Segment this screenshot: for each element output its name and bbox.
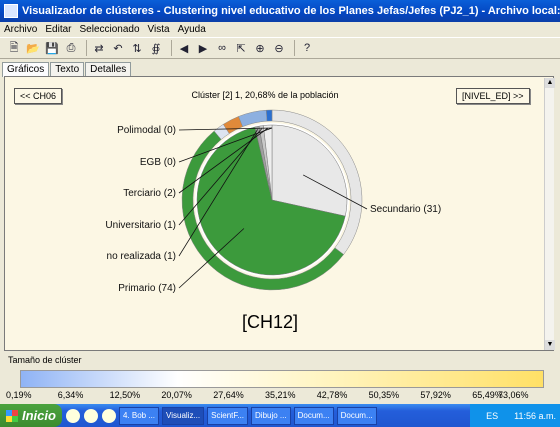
pie-label-polimodal: Polimodal (0) — [117, 125, 176, 136]
firefox-icon[interactable] — [102, 408, 116, 423]
pie-label-no-realizada: no realizada (1) — [107, 251, 176, 262]
clock: 11:56 a.m. — [514, 410, 556, 421]
pie-chart: Secundario (31) Primario (74) no realizada… — [105, 109, 441, 294]
cluster-name: [CH12] — [241, 312, 299, 332]
pie-label-terciario: Terciario (2) — [123, 188, 176, 199]
size-tick-label: 27,64% — [213, 390, 244, 400]
size-color-bar — [20, 370, 544, 388]
scroll-up-icon[interactable]: ▲ — [545, 78, 555, 88]
start-button[interactable]: Inicio — [0, 404, 62, 427]
task-documento-1[interactable]: Docum... — [293, 406, 334, 425]
task-scientific[interactable]: ScientF... — [207, 406, 249, 425]
task-visualizador[interactable]: Visualiz... — [162, 406, 205, 425]
taskbar: Inicio 4. Bob ... Visualiz... ScientF...… — [0, 404, 560, 427]
pie-label-primario: Primario (74) — [118, 283, 176, 294]
size-tick-label: 6,34% — [57, 390, 84, 400]
size-ticks: 0,19% 6,34% 12,50% 20,07% 27,64% 35,21% 42,78%… — [0, 390, 560, 402]
pie-label-secundario: Secundario (31) — [370, 204, 441, 215]
ie-icon[interactable] — [66, 408, 80, 423]
pie-label-universitario: Universitario (1) — [105, 220, 176, 231]
task-documento-2[interactable]: Docum... — [336, 406, 377, 425]
scroll-down-icon[interactable]: ▼ — [545, 340, 555, 350]
size-tick-label: 20,07% — [161, 390, 192, 400]
size-tick-label: 12,50% — [109, 390, 141, 400]
task-dibujo[interactable]: Dibujo ... — [251, 406, 291, 425]
size-tick-label: 57,92% — [420, 390, 451, 400]
size-tick-label: 73,06% — [498, 390, 529, 400]
size-tick-label: 42,78% — [316, 390, 348, 400]
language-indicator[interactable]: ES — [486, 411, 498, 421]
task-bob[interactable]: 4. Bob ... — [119, 406, 160, 425]
vertical-scrollbar[interactable]: ▲ ▼ — [544, 78, 555, 350]
size-tick-label: 50,35% — [368, 390, 400, 400]
windows-flag-icon — [6, 409, 18, 422]
desktop-icon[interactable] — [84, 408, 98, 423]
outer-ring-slice-darkblue — [266, 109, 273, 122]
start-label: Inicio — [22, 408, 56, 423]
pie-label-egb: EGB (0) — [140, 157, 176, 168]
size-tick-label: 35,21% — [265, 390, 296, 400]
size-tick-label: 0,19% — [6, 390, 32, 400]
size-panel-label: Tamaño de clúster — [8, 355, 82, 365]
system-tray: ES 11:56 a.m. — [470, 404, 560, 427]
